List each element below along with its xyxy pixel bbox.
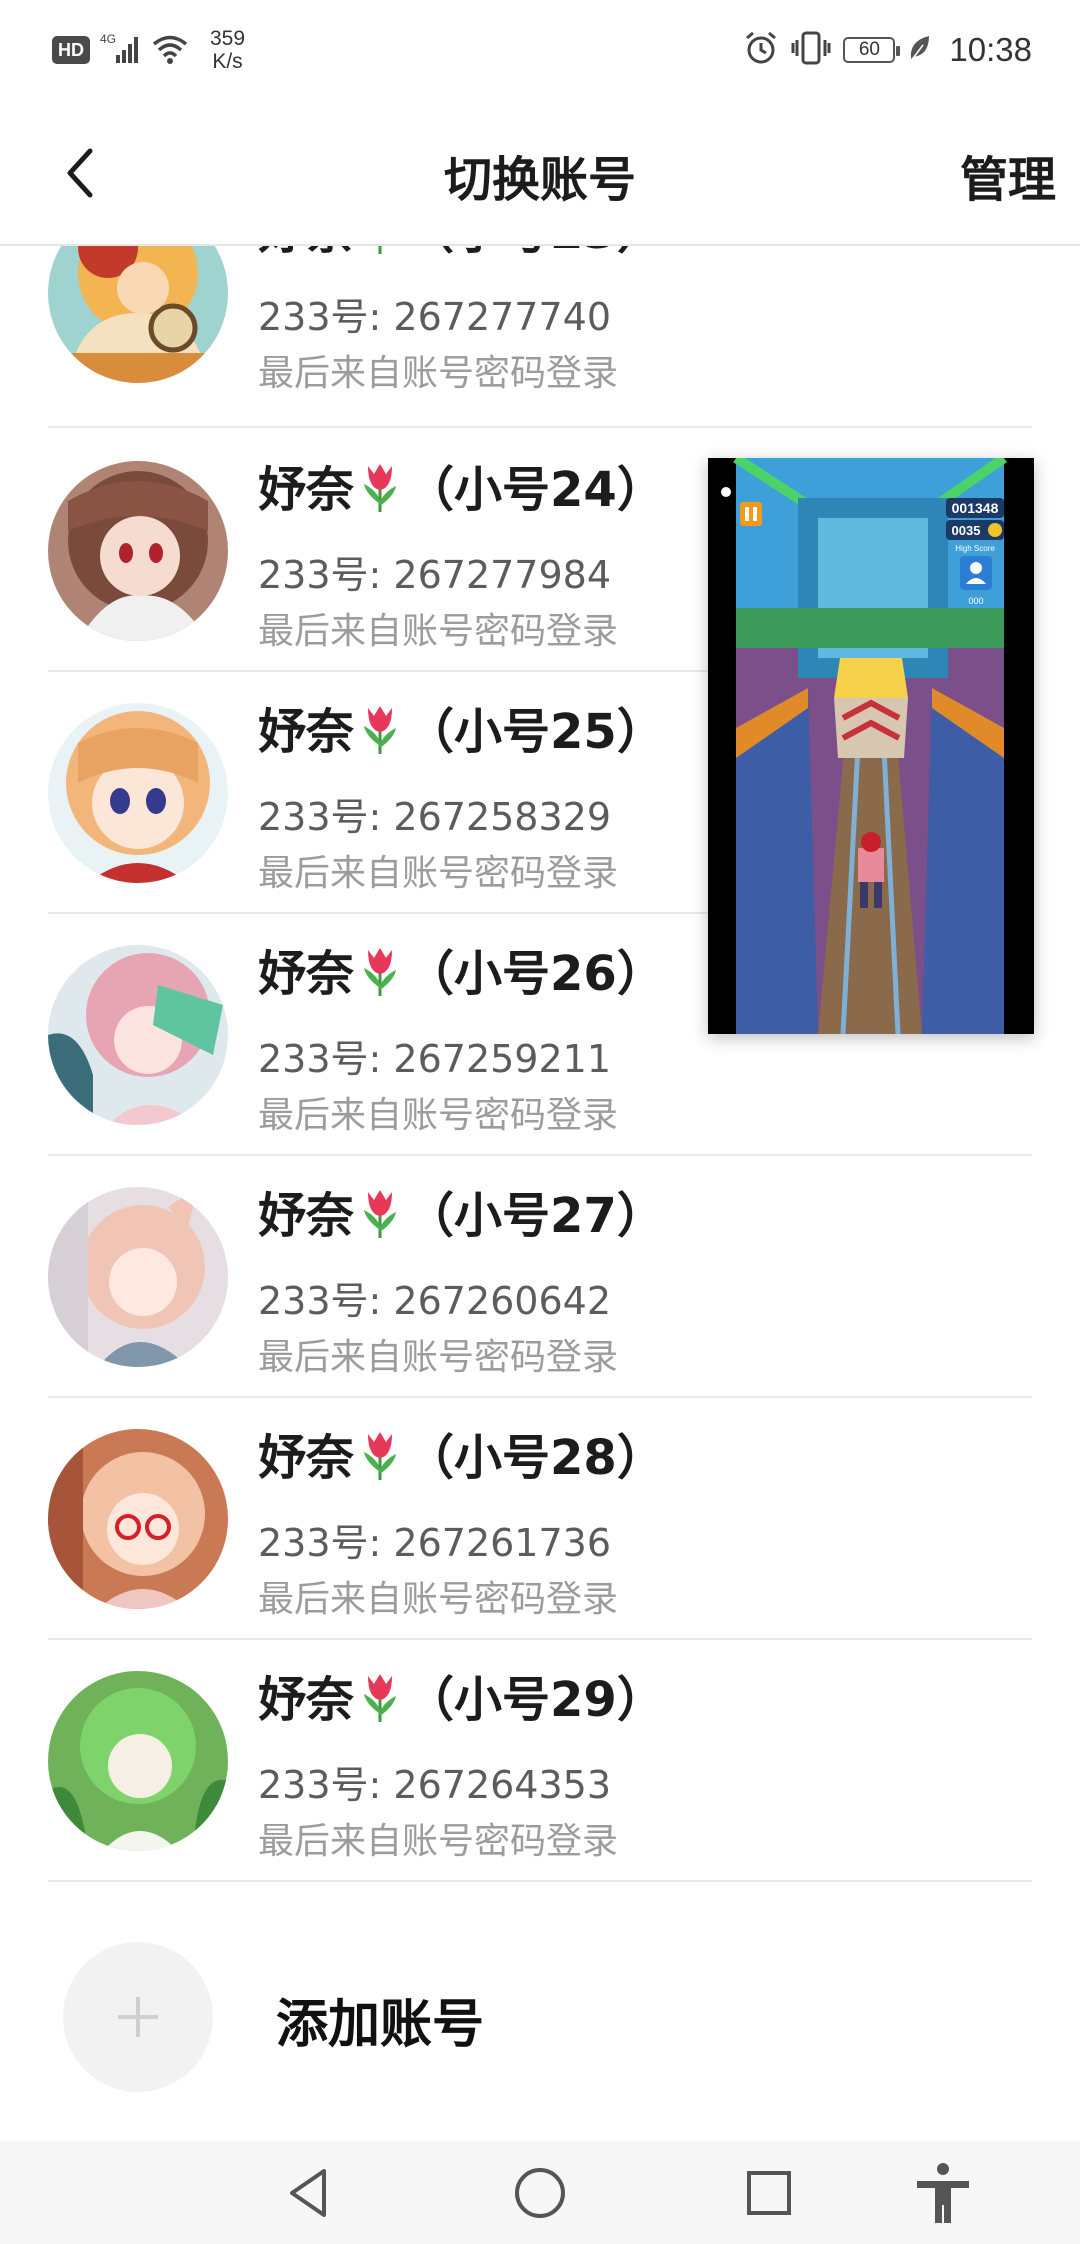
account-row[interactable]: 妤奈 （小号27） 233号: 267260642 最后来自账号密码登录: [0, 1156, 1080, 1398]
account-switch-screen: HD 4G 359 K/s 60 10:38 切换账号 管理 233号: 267…: [0, 0, 1080, 2244]
clock: 10:38: [949, 31, 1032, 68]
last-login: 最后来自账号密码登录: [258, 611, 619, 652]
leaf-icon: [907, 33, 931, 68]
nav-home-button[interactable]: [480, 2141, 600, 2244]
tulip-icon: [358, 1186, 402, 1250]
tulip-icon: [358, 246, 402, 266]
system-nav-bar: [0, 2141, 1080, 2244]
hd-badge: HD: [52, 36, 90, 64]
account-name: 妤奈 （小号27）: [258, 1176, 665, 1250]
account-id: 233号: 267264353: [258, 1763, 612, 1807]
game-high-score: 000: [968, 596, 983, 606]
account-id: 233号: 267277740: [258, 295, 612, 339]
nav-recents-button[interactable]: [709, 2141, 829, 2244]
avatar: [48, 1671, 228, 1851]
avatar: [48, 461, 228, 641]
speed-unit: K/s: [212, 50, 243, 73]
avatar: [48, 703, 228, 883]
add-account-row[interactable]: 添加账号: [0, 1882, 1080, 2124]
add-account-label: 添加账号: [276, 1995, 485, 2055]
avatar: [48, 1187, 228, 1367]
account-row[interactable]: 妤奈 （小号28） 233号: 267261736 最后来自账号密码登录: [0, 1398, 1080, 1640]
game-score: 001348: [952, 500, 999, 516]
home-circle-icon: [515, 2167, 565, 2218]
tulip-icon: [358, 1428, 402, 1492]
tulip-icon: [358, 702, 402, 766]
account-name: 妤奈 （小号26）: [258, 934, 665, 1008]
last-login: 最后来自账号密码登录: [258, 1821, 619, 1862]
signal-icon: 4G: [100, 31, 140, 70]
account-id: 233号: 267259211: [258, 1037, 612, 1081]
account-id: 233号: 267277984: [258, 553, 612, 597]
account-name: 妤奈 （小号24）: [258, 450, 665, 524]
account-name: 妤奈 （小号25）: [258, 692, 665, 766]
avatar: [48, 1429, 228, 1609]
status-left: HD 4G 359 K/s: [52, 22, 245, 78]
last-login: 最后来自账号密码登录: [258, 1579, 619, 1620]
account-id: 233号: 267261736: [258, 1521, 612, 1565]
account-name: 妤奈 （小号28）: [258, 1418, 665, 1492]
last-login: 最后来自账号密码登录: [258, 1337, 619, 1378]
game-coins: 0035: [952, 523, 981, 538]
tulip-icon: [358, 460, 402, 524]
svg-text:4G: 4G: [100, 32, 116, 46]
plus-icon: [118, 1997, 158, 2037]
tulip-icon: [358, 944, 402, 1008]
add-account-button[interactable]: [63, 1942, 213, 2092]
wifi-icon: [150, 31, 190, 70]
nav-back-button[interactable]: [249, 2141, 369, 2244]
account-row[interactable]: 妤奈（小号23） 233号: 267277740 最后来自账号密码登录: [0, 246, 1080, 430]
last-login: 最后来自账号密码登录: [258, 1095, 619, 1136]
avatar: [48, 246, 228, 383]
account-id: 233号: 267258329: [258, 795, 612, 839]
row-divider: [48, 426, 1032, 428]
floating-game-window[interactable]: 001348 0035 High Score 000: [708, 453, 1034, 1035]
speed-value: 359: [210, 26, 246, 50]
status-bar: HD 4G 359 K/s 60 10:38: [0, 0, 1080, 100]
status-right: 60 10:38: [743, 24, 1032, 76]
account-name: 妤奈（小号23）: [258, 246, 665, 266]
accessibility-icon: [917, 2162, 969, 2223]
tulip-icon: [358, 1670, 402, 1734]
game-high-score-label: High Score: [955, 544, 995, 553]
last-login: 最后来自账号密码登录: [258, 853, 619, 894]
network-speed: 359 K/s: [210, 27, 245, 73]
recents-square-icon: [747, 2170, 791, 2215]
avatar: [48, 945, 228, 1125]
page-title: 切换账号: [443, 152, 636, 208]
vibrate-icon: [791, 30, 831, 71]
battery-indicator: 60: [843, 37, 901, 63]
account-row[interactable]: 妤奈 （小号29） 233号: 267264353 最后来自账号密码登录: [0, 1640, 1080, 1882]
alarm-icon: [743, 30, 779, 71]
account-name: 妤奈 （小号29）: [258, 1660, 665, 1734]
app-header: 切换账号 管理: [0, 100, 1080, 246]
nav-accessibility-button[interactable]: [883, 2141, 1003, 2244]
back-triangle-icon: [290, 2168, 326, 2217]
account-id: 233号: 267260642: [258, 1279, 612, 1323]
battery-level: 60: [858, 39, 880, 60]
manage-button[interactable]: 管理: [960, 140, 1056, 210]
last-login: 最后来自账号密码登录: [258, 353, 619, 394]
